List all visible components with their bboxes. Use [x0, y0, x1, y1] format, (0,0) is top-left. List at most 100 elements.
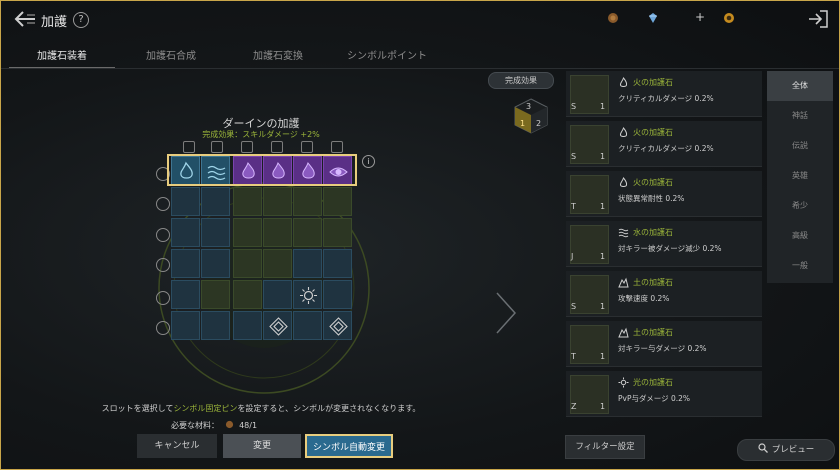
grid-cell[interactable] — [201, 218, 230, 247]
earth-icon — [618, 277, 629, 288]
list-item[interactable]: S 1 土の加護石 攻撃速度 0.2% — [566, 271, 762, 317]
category-all[interactable]: 全体 — [767, 71, 833, 101]
tab-symbol-points[interactable]: シンボルポイント — [347, 47, 427, 62]
preview-button[interactable]: プレビュー — [737, 439, 835, 461]
hint-text-highlight: シンボル固定ピン — [173, 404, 238, 413]
hint-text-after: を設定すると、シンボルが変更されなくなります。 — [237, 404, 421, 413]
tab-divider — [1, 68, 839, 69]
category-mythic[interactable]: 神話 — [767, 101, 833, 131]
stone-effect: クリティカルダメージ 0.2% — [618, 144, 714, 153]
row-slot-icon — [156, 258, 170, 272]
grid-cell[interactable] — [263, 187, 292, 216]
complete-effect-button[interactable]: 完成効果 — [488, 72, 554, 89]
tab-synthesis[interactable]: 加護石合成 — [146, 47, 196, 62]
grid-cell[interactable] — [263, 218, 292, 247]
tab-convert[interactable]: 加護石変換 — [253, 47, 303, 62]
next-arrow-icon[interactable] — [494, 291, 518, 335]
preview-label: プレビュー — [771, 445, 815, 455]
stone-level: T — [571, 352, 576, 361]
selected-row-highlight — [167, 154, 357, 186]
column-slot-icon — [241, 141, 253, 153]
grid-cell[interactable] — [293, 249, 322, 278]
stone-level: S — [571, 302, 577, 311]
tab-bar: 加護石装着 加護石合成 加護石変換 シンボルポイント — [1, 41, 839, 69]
diamond-symbol-icon — [329, 317, 348, 336]
plus-icon[interactable]: + — [695, 10, 705, 24]
grid-cell[interactable] — [293, 218, 322, 247]
grid-cell[interactable] — [171, 280, 200, 309]
grid-cell[interactable] — [171, 218, 200, 247]
stone-count: 1 — [600, 202, 606, 211]
stone-effect: 状態異常耐性 0.2% — [618, 194, 685, 203]
grid-cell[interactable] — [233, 280, 262, 309]
grid-cell[interactable] — [233, 249, 262, 278]
category-legendary[interactable]: 伝説 — [767, 131, 833, 161]
list-item[interactable]: T 1 土の加護石 対キラー与ダメージ 0.2% — [566, 321, 762, 367]
grid-cell[interactable] — [263, 311, 292, 340]
coin-icon — [724, 13, 734, 23]
stone-level: S — [571, 102, 577, 111]
category-filter: 全体 神話 伝説 英雄 希少 高級 一般 — [767, 71, 833, 283]
grid-cell[interactable] — [293, 280, 322, 309]
grid-cell[interactable] — [323, 249, 352, 278]
list-item[interactable]: S 1 火の加護石 クリティカルダメージ 0.2% — [566, 71, 762, 117]
filter-settings-button[interactable]: フィルター設定 — [565, 435, 645, 459]
cube-right-number: 2 — [536, 119, 541, 128]
stone-count: 1 — [600, 302, 606, 311]
tab-equip[interactable]: 加護石装着 — [37, 47, 87, 62]
stone-effect: 攻撃速度 0.2% — [618, 294, 670, 303]
fire-icon — [619, 177, 628, 187]
grid-cell[interactable] — [263, 249, 292, 278]
stone-list: S 1 火の加護石 クリティカルダメージ 0.2% S 1 火の加護石 クリティ… — [564, 71, 764, 419]
stone-count: 1 — [600, 152, 606, 161]
category-advanced[interactable]: 高級 — [767, 221, 833, 251]
grid-cell[interactable] — [171, 187, 200, 216]
info-icon[interactable]: i — [362, 155, 375, 168]
change-button[interactable]: 変更 — [223, 434, 301, 458]
stone-count: 1 — [600, 252, 606, 261]
grid-cell[interactable] — [323, 280, 352, 309]
stone-level: T — [571, 202, 576, 211]
list-item[interactable]: Z 1 光の加護石 PvP与ダメージ 0.2% — [566, 371, 762, 417]
cancel-button[interactable]: キャンセル — [137, 434, 217, 458]
gold-pouch-icon — [608, 13, 618, 23]
grid-cell[interactable] — [233, 218, 262, 247]
grid-cell[interactable] — [201, 187, 230, 216]
list-item[interactable]: S 1 火の加護石 クリティカルダメージ 0.2% — [566, 121, 762, 167]
grid-cell[interactable] — [201, 249, 230, 278]
grid-cell[interactable] — [171, 311, 200, 340]
page-title: 加護 — [41, 15, 68, 30]
back-arrow-icon[interactable] — [13, 9, 37, 29]
sun-symbol-icon — [300, 287, 317, 304]
grid-cell[interactable] — [323, 218, 352, 247]
stone-effect: 対キラー与ダメージ 0.2% — [618, 344, 707, 353]
category-heroic[interactable]: 英雄 — [767, 161, 833, 191]
stone-name: 火の加護石 — [633, 78, 673, 87]
stone-name: 水の加護石 — [633, 228, 673, 237]
column-slot-icon — [183, 141, 195, 153]
stone-name: 土の加護石 — [633, 328, 673, 337]
list-item[interactable]: T 1 火の加護石 状態異常耐性 0.2% — [566, 171, 762, 217]
grid-cell[interactable] — [323, 311, 352, 340]
list-item[interactable]: J 1 水の加護石 対キラー被ダメージ減少 0.2% — [566, 221, 762, 267]
symbol-auto-change-button[interactable]: シンボル自動変更 — [305, 434, 393, 458]
stone-name: 火の加護石 — [633, 178, 673, 187]
cube-top-number: 3 — [526, 102, 531, 111]
stone-name: 光の加護石 — [633, 378, 673, 387]
category-common[interactable]: 一般 — [767, 251, 833, 281]
help-icon[interactable]: ? — [73, 12, 89, 28]
grid-cell[interactable] — [263, 280, 292, 309]
category-rare[interactable]: 希少 — [767, 191, 833, 221]
grid-cell[interactable] — [201, 280, 230, 309]
grid-cell[interactable] — [233, 187, 262, 216]
grid-cell[interactable] — [233, 311, 262, 340]
grid-cell[interactable] — [293, 187, 322, 216]
exit-icon[interactable] — [807, 9, 829, 29]
column-slot-icon — [271, 141, 283, 153]
fire-icon — [619, 127, 628, 137]
stone-effect: クリティカルダメージ 0.2% — [618, 94, 714, 103]
grid-cell[interactable] — [293, 311, 322, 340]
grid-cell[interactable] — [323, 187, 352, 216]
grid-cell[interactable] — [171, 249, 200, 278]
grid-cell[interactable] — [201, 311, 230, 340]
